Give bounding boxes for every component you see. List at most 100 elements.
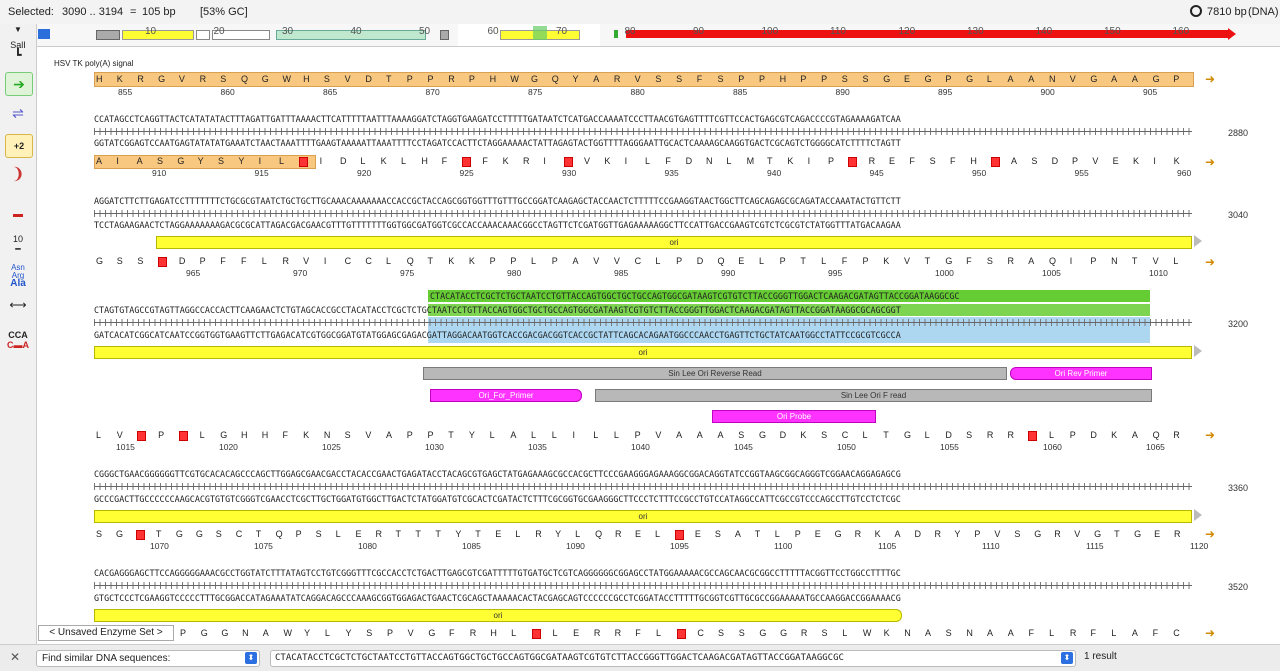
amino-acid: L	[261, 256, 267, 266]
aa-position-number: 1015	[116, 442, 135, 452]
row6-arrow-icon[interactable]: ➜	[1205, 626, 1215, 640]
amino-acid: F	[441, 156, 448, 166]
stop-codon-icon	[848, 157, 858, 167]
map-overview[interactable]: 10 20 30 40 50 60 70 80 90 100 110 120 130 140 150 160	[0, 24, 1280, 47]
ori-for-primer[interactable]: Ori_For_Primer	[430, 389, 582, 402]
amino-acid: L	[324, 628, 330, 638]
amino-acid: L	[199, 430, 205, 440]
enzyme-set-selector[interactable]: < Unsaved Enzyme Set >	[38, 625, 174, 641]
map-selection[interactable]	[533, 26, 547, 40]
map-feature-blue[interactable]	[38, 29, 50, 39]
row4-arrow-icon[interactable]: ➜	[1205, 428, 1215, 442]
row5-ori-feature[interactable]: ori	[94, 510, 1192, 523]
amino-acid: N	[1048, 74, 1056, 84]
map-feature-gray-2[interactable]	[440, 30, 449, 40]
sin-lee-ori-reverse-read[interactable]: Sin Lee Ori Reverse Read	[423, 367, 1007, 380]
amino-acid: S	[137, 256, 144, 266]
search-query-field[interactable]: CTACATACCTCGCTCTGCTAATCCTGTTACCAGTGGCTGC…	[270, 650, 1076, 667]
row4-ori-arrow-icon	[1194, 345, 1202, 357]
row3-ori-feature[interactable]: ori	[156, 236, 1192, 249]
amino-acid: R	[1069, 628, 1077, 638]
amino-acid: V	[1074, 529, 1081, 539]
amino-acid: D	[945, 430, 952, 440]
row2-bottom-strand[interactable]: GGTATCGGAGTCCAATGAGTATATATGAAATCTAACTAAA…	[94, 138, 1192, 149]
sin-lee-ori-f-read[interactable]: Sin Lee Ori F read	[595, 389, 1152, 402]
feature-curve-icon[interactable]: ❩	[5, 164, 31, 186]
amino-acid: L	[386, 256, 392, 266]
amino-acid: L	[862, 430, 868, 440]
aa-position-number: 1025	[322, 442, 341, 452]
amino-acid: L	[1111, 628, 1117, 638]
row3-bottom-strand[interactable]: TCCTAGAAGAACTCTAGGAAAAAAAGACGCGCATTAGACG…	[94, 220, 1192, 231]
ori-probe[interactable]: Ori Probe	[712, 410, 876, 423]
map-feature-white-1[interactable]	[196, 30, 210, 40]
map-tick-label: 160	[1172, 26, 1190, 37]
row4-ori-feature[interactable]: ori	[94, 346, 1192, 359]
row3-arrow-icon[interactable]: ➜	[1205, 255, 1215, 269]
row6-position: 3520	[1228, 582, 1249, 592]
amino-acid: F	[1152, 628, 1159, 638]
amino-acid: R	[1007, 256, 1015, 266]
translate-button[interactable]: ⇌	[5, 102, 31, 124]
row2-top-strand[interactable]: CCATAGCCTCAGGTTACTCATATATACTTTAGATTGATTT…	[94, 114, 1192, 125]
map-feature-gray[interactable]	[96, 30, 120, 40]
gc-content: [53% GC]	[200, 6, 248, 18]
amino-acid: N	[323, 430, 331, 440]
row5-arrow-icon[interactable]: ➜	[1205, 527, 1215, 541]
row1-arrow-icon[interactable]: ➜	[1205, 72, 1215, 86]
row3-ori-arrow-icon	[1194, 235, 1202, 247]
map-feature-red[interactable]	[626, 30, 1230, 38]
enzyme-button[interactable]: SalI ┗	[5, 40, 31, 62]
amino-acid: Y	[455, 529, 462, 539]
amino-acid: K	[1133, 156, 1140, 166]
amino-acid: T	[924, 256, 931, 266]
aa-position-number: 980	[507, 268, 522, 278]
aa-display-button[interactable]: Asn Arg Ala	[5, 264, 31, 289]
stop-codon-icon	[674, 530, 684, 540]
amino-acid: T	[415, 529, 421, 539]
amino-acid: S	[966, 430, 973, 440]
orf-arrow-button[interactable]: ➔	[5, 72, 33, 96]
aa-position-number: 1055	[940, 442, 959, 452]
amino-acid: R	[593, 628, 601, 638]
row5-position: 3360	[1228, 483, 1249, 493]
close-icon[interactable]: ✕	[10, 650, 20, 664]
amino-acid: K	[448, 256, 455, 266]
selected-sequence[interactable]: CTACATACCTCGCTCTGCTAATCCTGTTACCAGTGGCTGC…	[430, 291, 1150, 302]
map-tick-label: 40	[350, 26, 362, 37]
row6-ori-feature[interactable]: ori	[94, 609, 902, 622]
amino-acid: G	[221, 628, 229, 638]
row5-top-strand[interactable]: CGGGCTGAACGGGGGGTTCGTGCACACAGCCCAGCTTGGA…	[94, 469, 1192, 480]
amino-acid: R	[448, 74, 455, 84]
map-feature-small-green[interactable]	[614, 30, 618, 38]
amino-acid: D	[696, 256, 704, 266]
spacing-icon[interactable]: ⟷	[5, 294, 31, 316]
find-mode-select[interactable]: Find similar DNA sequences: ⬍	[36, 650, 260, 667]
amino-acid: P	[828, 156, 835, 166]
amino-acid: A	[572, 256, 579, 266]
row5-bottom-strand[interactable]: GCCCGACTTGCCCCCCAAGCACGTGTGTCGGGTCGAACCT…	[94, 494, 1192, 505]
amino-acid: L	[655, 628, 661, 638]
numbering-button[interactable]: 10 ━	[5, 234, 31, 256]
row3-top-strand[interactable]: AGGATCTTCTTGAGATCCTTTTTTTCTGCGCGTAATCTGC…	[94, 196, 1192, 207]
amino-acid: L	[986, 74, 992, 84]
row6-bottom-strand[interactable]: GTGCTCCCTCGAAGGTCCCCCTTTGCGGACCATAGAAATA…	[94, 593, 1192, 604]
row4-top-strand[interactable]: CTAGTGTAGCCGTAGTTAGGCCACCACTTCAAGAACTCTG…	[94, 305, 1192, 316]
amino-acid: L	[613, 430, 619, 440]
amino-acid: R	[613, 74, 621, 84]
amino-acid: P	[199, 256, 206, 266]
amino-acid: G	[531, 74, 539, 84]
ori-rev-primer[interactable]: Ori Rev Primer	[1010, 367, 1152, 380]
map-tick-label: 70	[556, 26, 568, 37]
codon-button[interactable]: CCA C▬A	[5, 330, 31, 352]
amino-acid: P	[676, 256, 683, 266]
row4-bottom-strand[interactable]: GATCACATCGGCATCAATCCGGTGGTGAAGTTCTTGAGAC…	[94, 330, 1192, 341]
row2-arrow-icon[interactable]: ➜	[1205, 155, 1215, 169]
reading-frame-button[interactable]: +2	[5, 134, 33, 158]
amino-acid: R	[1173, 430, 1180, 440]
row6-top-strand[interactable]: CACGAGGGAGCTTCCAGGGGGAAACGCCTGGTATCTTTAT…	[94, 568, 1192, 579]
map-feature-yellow-1[interactable]	[122, 30, 194, 40]
circular-icon[interactable]	[1190, 5, 1202, 17]
primer-button[interactable]: ▬	[5, 204, 31, 226]
aa-position-number: 1120	[1190, 541, 1209, 551]
